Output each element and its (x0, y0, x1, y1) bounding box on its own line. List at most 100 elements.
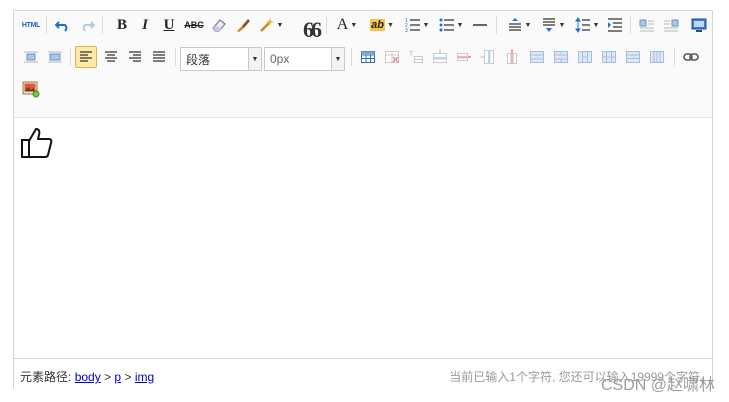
chevron-down-icon: ▼ (524, 21, 532, 29)
delete-column-icon (507, 49, 517, 64)
indent-button[interactable] (604, 14, 626, 36)
redo-icon (82, 21, 95, 32)
insert-image-button[interactable] (20, 78, 42, 100)
undo-button[interactable] (52, 14, 74, 36)
html-source-button[interactable]: HTML (20, 14, 42, 36)
redo-button[interactable] (76, 14, 98, 36)
align-right-button[interactable] (124, 46, 146, 68)
image-float-left-button[interactable] (636, 14, 658, 36)
insert-link-button[interactable] (680, 46, 702, 68)
toolbar-separator (46, 16, 47, 34)
path-item-img[interactable]: img (135, 370, 154, 384)
underline-button[interactable]: U (158, 14, 180, 36)
image-center-icon (48, 51, 62, 63)
chevron-down-icon: ▼ (422, 21, 430, 29)
blockquote-button[interactable]: 66 (300, 14, 322, 40)
unordered-list-button[interactable]: ▼ (436, 14, 466, 36)
path-item-p[interactable]: p (114, 370, 121, 384)
bold-button[interactable]: B (111, 14, 133, 36)
row-spacing-bottom-button[interactable]: ▼ (538, 14, 568, 36)
image-none-button[interactable] (20, 46, 42, 68)
editor-toolbar: HTML B I U ABC ▼ 66 A ▼ ab ▼ 1 2 3 ▼ ▼ ▼… (14, 11, 712, 118)
align-justify-button[interactable] (148, 46, 170, 68)
path-item-body[interactable]: body (75, 370, 101, 384)
row-spacing-top-button[interactable]: ▼ (504, 14, 534, 36)
float-right-icon (664, 19, 679, 32)
image-float-right-button[interactable] (660, 14, 682, 36)
rich-text-editor: HTML B I U ABC ▼ 66 A ▼ ab ▼ 1 2 3 ▼ ▼ ▼… (13, 10, 713, 389)
insert-table-button[interactable] (357, 46, 379, 68)
align-left-button[interactable] (75, 46, 97, 68)
underline-icon: U (163, 16, 175, 33)
line-height-button[interactable]: ▼ (572, 14, 602, 36)
toolbar-row-1: HTML B I U ABC ▼ 66 A ▼ ab ▼ 1 2 3 ▼ ▼ ▼… (14, 14, 712, 40)
quote-icon: 66 (303, 16, 322, 42)
monitor-icon (691, 18, 707, 32)
chevron-down-icon: ▼ (350, 21, 358, 29)
image-icon (22, 81, 40, 98)
horizontal-rule-button[interactable] (470, 14, 490, 36)
editor-content-area[interactable] (14, 118, 712, 358)
chevron-down-icon: ▼ (592, 21, 600, 29)
indent-icon (608, 18, 622, 32)
ordered-list-button[interactable]: 123 ▼ (402, 14, 432, 36)
brush-icon (237, 19, 250, 32)
line-height-icon (574, 17, 590, 33)
toolbar-separator (70, 48, 71, 66)
merge-right-button[interactable] (550, 46, 572, 68)
toolbar-separator (175, 48, 176, 66)
align-center-button[interactable] (100, 46, 122, 68)
float-left-icon (639, 19, 654, 32)
split-rows-icon (626, 51, 640, 63)
ordered-list-icon: 123 (405, 18, 420, 33)
delete-row-button[interactable] (453, 46, 475, 68)
toolbar-separator (102, 16, 103, 34)
split-to-cols-button[interactable] (646, 46, 668, 68)
split-cells-icon (602, 51, 616, 63)
format-painter-button[interactable] (232, 14, 254, 36)
italic-button[interactable]: I (134, 14, 156, 36)
bold-icon: B (116, 16, 127, 33)
element-path-label: 元素路径: (20, 370, 72, 384)
highlight-color-button[interactable]: ab ▼ (366, 14, 398, 36)
delete-column-button[interactable] (501, 46, 523, 68)
spacing-bottom-icon (542, 18, 555, 32)
merge-down-icon (578, 51, 592, 63)
split-cols-icon (650, 51, 664, 63)
undo-icon (55, 21, 68, 32)
strikethrough-icon: ABC (184, 20, 204, 30)
image-center-button[interactable] (44, 46, 66, 68)
spacing-select[interactable]: 0px ▼ (264, 47, 345, 71)
merge-cells-icon (530, 51, 544, 63)
strikethrough-button[interactable]: ABC (182, 14, 206, 36)
horizontal-line-icon (473, 24, 487, 26)
align-left-icon (80, 51, 92, 62)
align-justify-icon (153, 51, 165, 62)
paragraph-format-select[interactable]: 段落 ▼ (180, 47, 262, 71)
insert-row-icon (433, 49, 447, 63)
toolbar-separator (496, 16, 497, 34)
fullscreen-button[interactable] (688, 14, 710, 36)
auto-format-button[interactable]: ▼ (256, 14, 286, 36)
paragraph-format-value: 段落 (186, 52, 211, 67)
merge-cells-button[interactable] (526, 46, 548, 68)
split-cells-button[interactable] (598, 46, 620, 68)
chevron-down-icon: ▼ (386, 21, 394, 29)
link-icon (683, 53, 699, 61)
insert-column-button[interactable] (477, 46, 499, 68)
eraser-button[interactable] (208, 14, 230, 36)
table-icon (361, 51, 375, 63)
chevron-down-icon: ▼ (558, 21, 566, 29)
html-source-icon: HTML (21, 21, 41, 29)
font-color-button[interactable]: A ▼ (332, 14, 362, 36)
split-to-rows-button[interactable] (622, 46, 644, 68)
insert-paragraph-before-table-button[interactable]: T (405, 46, 427, 68)
delete-table-icon (385, 51, 399, 63)
insert-row-button[interactable] (429, 46, 451, 68)
merge-down-button[interactable] (574, 46, 596, 68)
unordered-list-icon (439, 18, 454, 32)
paragraph-before-table-icon: T (409, 51, 423, 63)
delete-table-button[interactable] (381, 46, 403, 68)
merge-right-icon (554, 51, 568, 63)
chevron-down-icon: ▼ (456, 21, 464, 29)
